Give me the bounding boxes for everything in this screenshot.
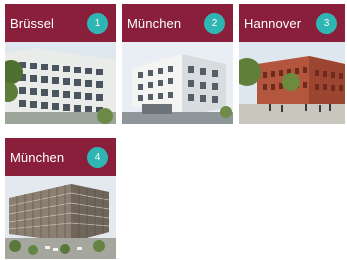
project-image-brussels[interactable] <box>5 42 116 124</box>
office-complex-image <box>5 176 116 259</box>
project-card-3[interactable]: Hannover 3 <box>239 4 345 124</box>
card-number-badge: 4 <box>87 147 108 168</box>
project-card-4[interactable]: München 4 <box>5 138 116 259</box>
project-image-munich-1[interactable] <box>122 42 233 124</box>
card-city-title: Brüssel <box>10 15 55 31</box>
card-number-badge: 2 <box>204 13 225 34</box>
residential-building-image <box>122 42 233 124</box>
project-card-2[interactable]: München 2 <box>122 4 233 124</box>
brick-building-image <box>239 42 345 124</box>
card-city-title: Hannover <box>244 15 302 31</box>
card-city-title: München <box>127 15 182 31</box>
project-card-1[interactable]: Brüssel 1 <box>5 4 116 124</box>
card-number-badge: 1 <box>87 13 108 34</box>
card-header: Brüssel 1 <box>5 4 116 42</box>
card-city-title: München <box>10 149 65 165</box>
project-image-munich-2[interactable] <box>5 176 116 259</box>
card-header: München 2 <box>122 4 233 42</box>
card-header: München 4 <box>5 138 116 176</box>
card-number-badge: 3 <box>316 13 337 34</box>
card-header: Hannover 3 <box>239 4 345 42</box>
office-building-image <box>5 42 116 124</box>
project-image-hannover[interactable] <box>239 42 345 124</box>
